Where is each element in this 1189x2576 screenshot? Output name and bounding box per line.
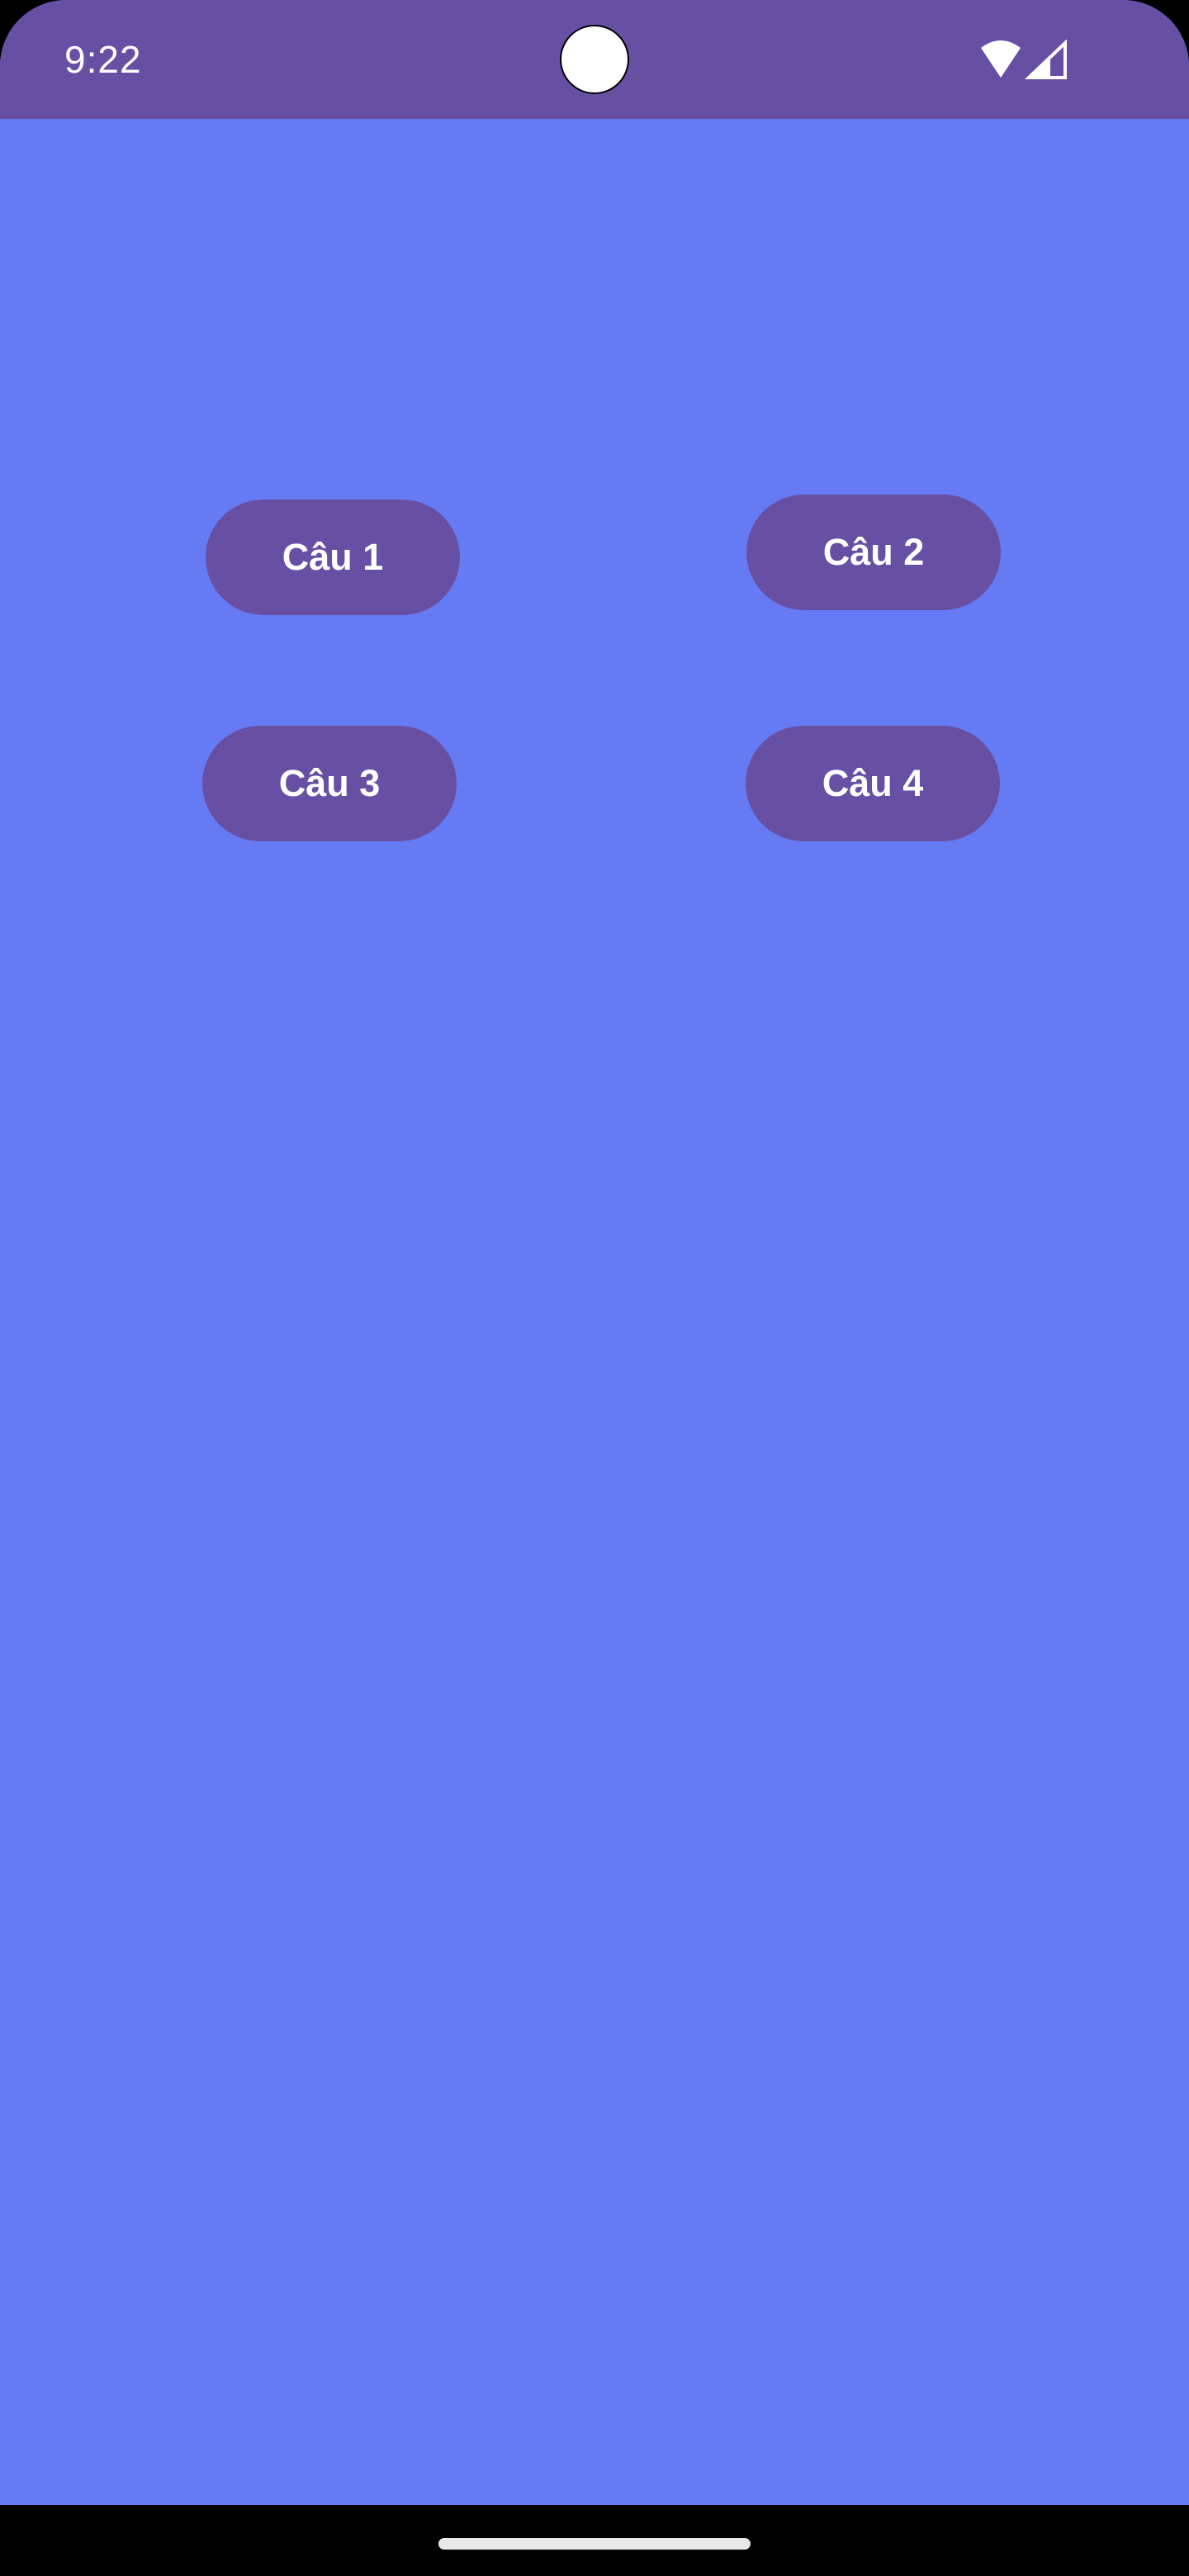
wifi-icon — [981, 40, 1021, 78]
phone-screen: 9:22 Câu 1 Câu 2 Câu 3 Câu 4 — [0, 0, 1189, 2576]
status-bar: 9:22 — [0, 0, 1189, 119]
question-1-button[interactable]: Câu 1 — [206, 500, 460, 615]
camera-cutout — [560, 25, 629, 94]
status-icons — [981, 40, 1067, 79]
question-2-button[interactable]: Câu 2 — [746, 495, 1001, 610]
cellular-signal-icon — [1025, 40, 1067, 79]
home-gesture-handle[interactable] — [438, 2538, 751, 2550]
navigation-bar — [0, 2505, 1189, 2576]
main-content: Câu 1 Câu 2 Câu 3 Câu 4 — [0, 119, 1189, 2505]
question-4-button[interactable]: Câu 4 — [746, 726, 1000, 841]
status-time: 9:22 — [64, 38, 142, 81]
question-3-button[interactable]: Câu 3 — [202, 726, 457, 841]
